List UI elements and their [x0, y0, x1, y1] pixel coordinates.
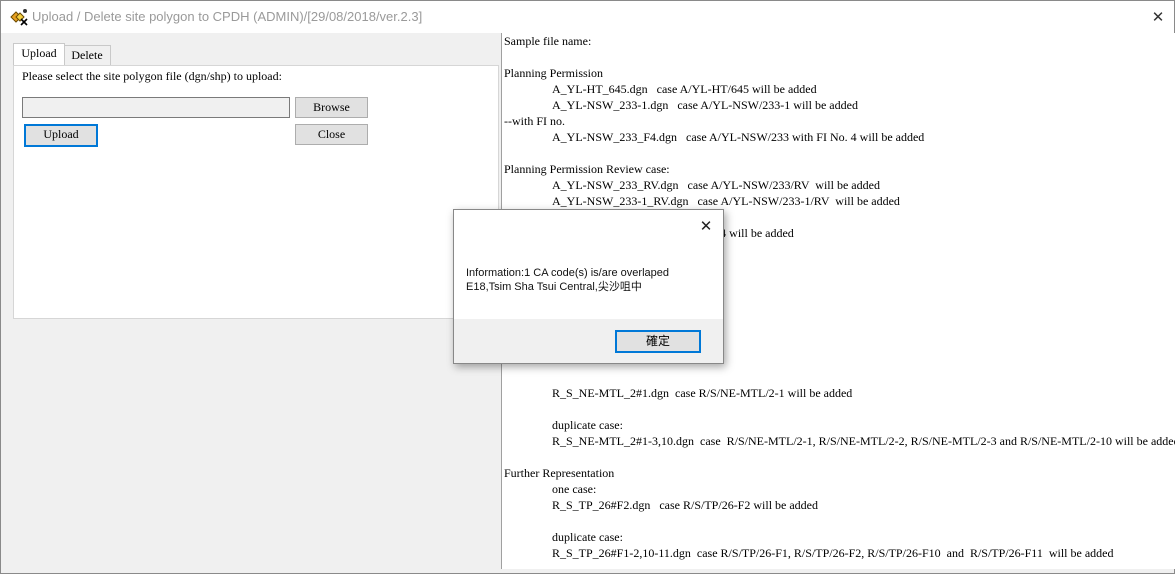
sample-line: R_S_NE-MTL_2#1-3,10.dgn case R/S/NE-MTL/… — [552, 434, 1175, 448]
tab-upload[interactable]: Upload — [13, 43, 65, 65]
sample-line: A_YL-NSW_233-1_RV.dgn case A/YL-NSW/233-… — [552, 194, 900, 208]
tab-delete[interactable]: Delete — [63, 45, 111, 65]
sample-line — [504, 513, 1175, 529]
sample-line: one case: — [552, 482, 597, 496]
sample-line: R_S_TP_26#F2.dgn case R/S/TP/26-F2 will … — [552, 498, 819, 512]
sample-line — [504, 449, 1175, 465]
dialog-close-button[interactable]: ✕ — [695, 215, 717, 237]
sample-line: A_YL-NSW_233_F4.dgn case A/YL-NSW/233 wi… — [552, 130, 925, 144]
information-dialog: ✕ Information:1 CA code(s) is/are overla… — [453, 209, 724, 364]
sample-line: A_YL-HT_645.dgn case A/YL-HT/645 will be… — [552, 82, 817, 96]
sample-line: Planning Permission Review case: — [504, 162, 670, 176]
dialog-message-line1: Information:1 CA code(s) is/are overlape… — [466, 267, 669, 279]
sample-line: duplicate case: — [552, 418, 623, 432]
title-bar: Upload / Delete site polygon to CPDH (AD… — [1, 1, 1174, 33]
dialog-body: ✕ Information:1 CA code(s) is/are overla… — [454, 210, 723, 319]
ok-button[interactable]: 確定 — [615, 330, 701, 353]
upload-prompt: Please select the site polygon file (dgn… — [22, 69, 282, 83]
sample-line: R_S_TP_26#F1-2,10-11.dgn case R/S/TP/26-… — [552, 546, 1114, 560]
sample-line: A_YL-NSW_233_RV.dgn case A/YL-NSW/233/RV… — [552, 178, 880, 192]
sample-line: duplicate case: — [552, 530, 623, 544]
sample-line — [504, 49, 1175, 65]
upload-button[interactable]: Upload — [24, 124, 98, 147]
sample-line — [504, 145, 1175, 161]
sample-line — [504, 369, 1175, 385]
close-button[interactable]: Close — [295, 124, 368, 145]
sample-line: Planning Permission — [504, 66, 604, 80]
dialog-message-line2: E18,Tsim Sha Tsui Central,尖沙咀中 — [466, 281, 642, 293]
sample-line: Further Representation — [504, 466, 615, 480]
sample-line: A_YL-NSW_233-1.dgn case A/YL-NSW/233-1 w… — [552, 98, 858, 112]
app-icon — [10, 8, 28, 26]
window-close-button[interactable]: ✕ — [1142, 5, 1174, 29]
browse-button[interactable]: Browse — [295, 97, 368, 118]
sample-line — [504, 401, 1175, 417]
sample-line: Sample file name: — [504, 34, 592, 48]
sample-line: R_S_NE-MTL_2#1.dgn case R/S/NE-MTL/2-1 w… — [552, 386, 853, 400]
main-window: Upload / Delete site polygon to CPDH (AD… — [0, 0, 1175, 574]
sample-line: --with FI no. — [504, 114, 565, 128]
window-title: Upload / Delete site polygon to CPDH (AD… — [32, 9, 423, 24]
dialog-message: Information:1 CA code(s) is/are overlape… — [466, 266, 669, 294]
upload-panel: Please select the site polygon file (dgn… — [13, 65, 499, 319]
file-path-input[interactable] — [22, 97, 290, 118]
